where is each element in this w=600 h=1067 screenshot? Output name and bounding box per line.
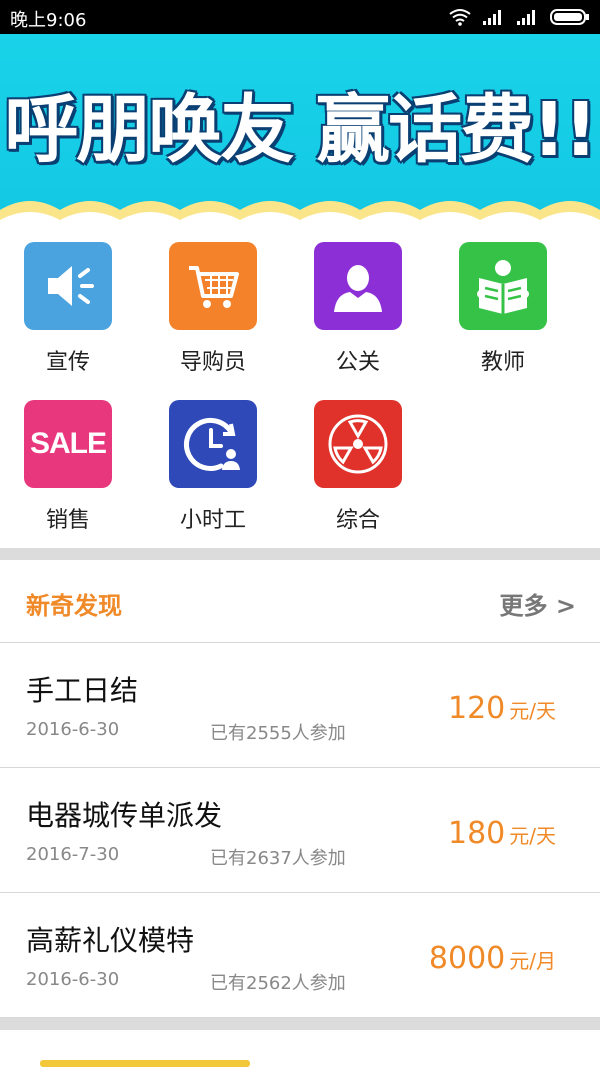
job-participants: 已有2562人参加	[210, 973, 346, 994]
sale-icon: SALE	[24, 400, 112, 488]
signal-icon-2	[517, 10, 535, 25]
price-unit: 元/月	[509, 949, 556, 973]
category-label: 销售	[45, 508, 90, 533]
battery-icon	[550, 9, 589, 25]
job-list-item[interactable]: 高薪礼仪模特 2016-6-30 已有2562人参加 8000 元/月	[0, 893, 600, 1018]
price-amount: 8000	[428, 941, 506, 976]
category-label: 综合	[335, 508, 380, 533]
category-pr[interactable]: 公关	[293, 228, 423, 378]
person-icon	[314, 242, 402, 330]
radiation-icon	[314, 400, 402, 488]
job-title: 手工日结	[26, 674, 139, 707]
clock-user-icon	[169, 400, 257, 488]
category-hourly[interactable]: 小时工	[148, 386, 278, 536]
category-label: 公关	[335, 350, 380, 375]
next-banner-peek	[40, 1060, 250, 1067]
reading-icon	[459, 242, 547, 330]
category-teacher[interactable]: 教师	[438, 228, 568, 378]
promo-banner[interactable]: 呼朋唤友 赢话费!!	[0, 34, 600, 228]
shopping-cart-icon	[169, 242, 257, 330]
job-list-item[interactable]: 电器城传单派发 2016-7-30 已有2637人参加 180 元/天	[0, 768, 600, 893]
price-amount: 180	[447, 816, 506, 851]
job-price: 8000 元/月	[429, 941, 556, 976]
speaker-icon	[24, 242, 112, 330]
category-grid: 宣传 导购员 公关 教师 SALE 销售 小时工 综合	[0, 228, 600, 548]
status-bar: 晚上9:06	[0, 0, 600, 34]
price-unit: 元/天	[509, 824, 556, 848]
category-label: 教师	[480, 350, 525, 375]
price-amount: 120	[447, 691, 506, 726]
status-time: 晚上9:06	[10, 10, 87, 31]
category-shopping-guide[interactable]: 导购员	[148, 228, 278, 378]
category-label: 小时工	[179, 508, 246, 533]
job-price: 180 元/天	[448, 816, 556, 851]
section-divider	[0, 1018, 600, 1030]
section-divider	[0, 548, 600, 560]
section-title: 新奇发现	[26, 592, 122, 620]
banner-title: 呼朋唤友 赢话费!!	[4, 87, 597, 173]
category-publicity[interactable]: 宣传	[3, 228, 133, 378]
job-date: 2016-6-30	[26, 969, 120, 990]
banner-wave-decoration	[0, 201, 600, 228]
job-title: 高薪礼仪模特	[26, 924, 195, 957]
more-link[interactable]: 更多 >	[500, 586, 576, 621]
job-price: 120 元/天	[448, 691, 556, 726]
category-label: 导购员	[179, 350, 246, 375]
category-general[interactable]: 综合	[293, 386, 423, 536]
job-participants: 已有2555人参加	[210, 723, 346, 744]
job-list-item[interactable]: 手工日结 2016-6-30 已有2555人参加 120 元/天	[0, 643, 600, 768]
job-participants: 已有2637人参加	[210, 848, 346, 869]
discover-section-header: 新奇发现 更多 >	[0, 560, 600, 643]
status-icons	[448, 6, 590, 28]
price-unit: 元/天	[509, 699, 556, 723]
job-date: 2016-7-30	[26, 844, 120, 865]
job-date: 2016-6-30	[26, 719, 120, 740]
category-sales[interactable]: SALE 销售	[3, 386, 133, 536]
sale-badge-text: SALE	[29, 427, 107, 460]
signal-icon	[483, 10, 501, 25]
wifi-icon	[449, 9, 471, 26]
category-label: 宣传	[45, 350, 90, 375]
next-section-peek	[0, 1030, 600, 1067]
job-title: 电器城传单派发	[26, 799, 223, 832]
